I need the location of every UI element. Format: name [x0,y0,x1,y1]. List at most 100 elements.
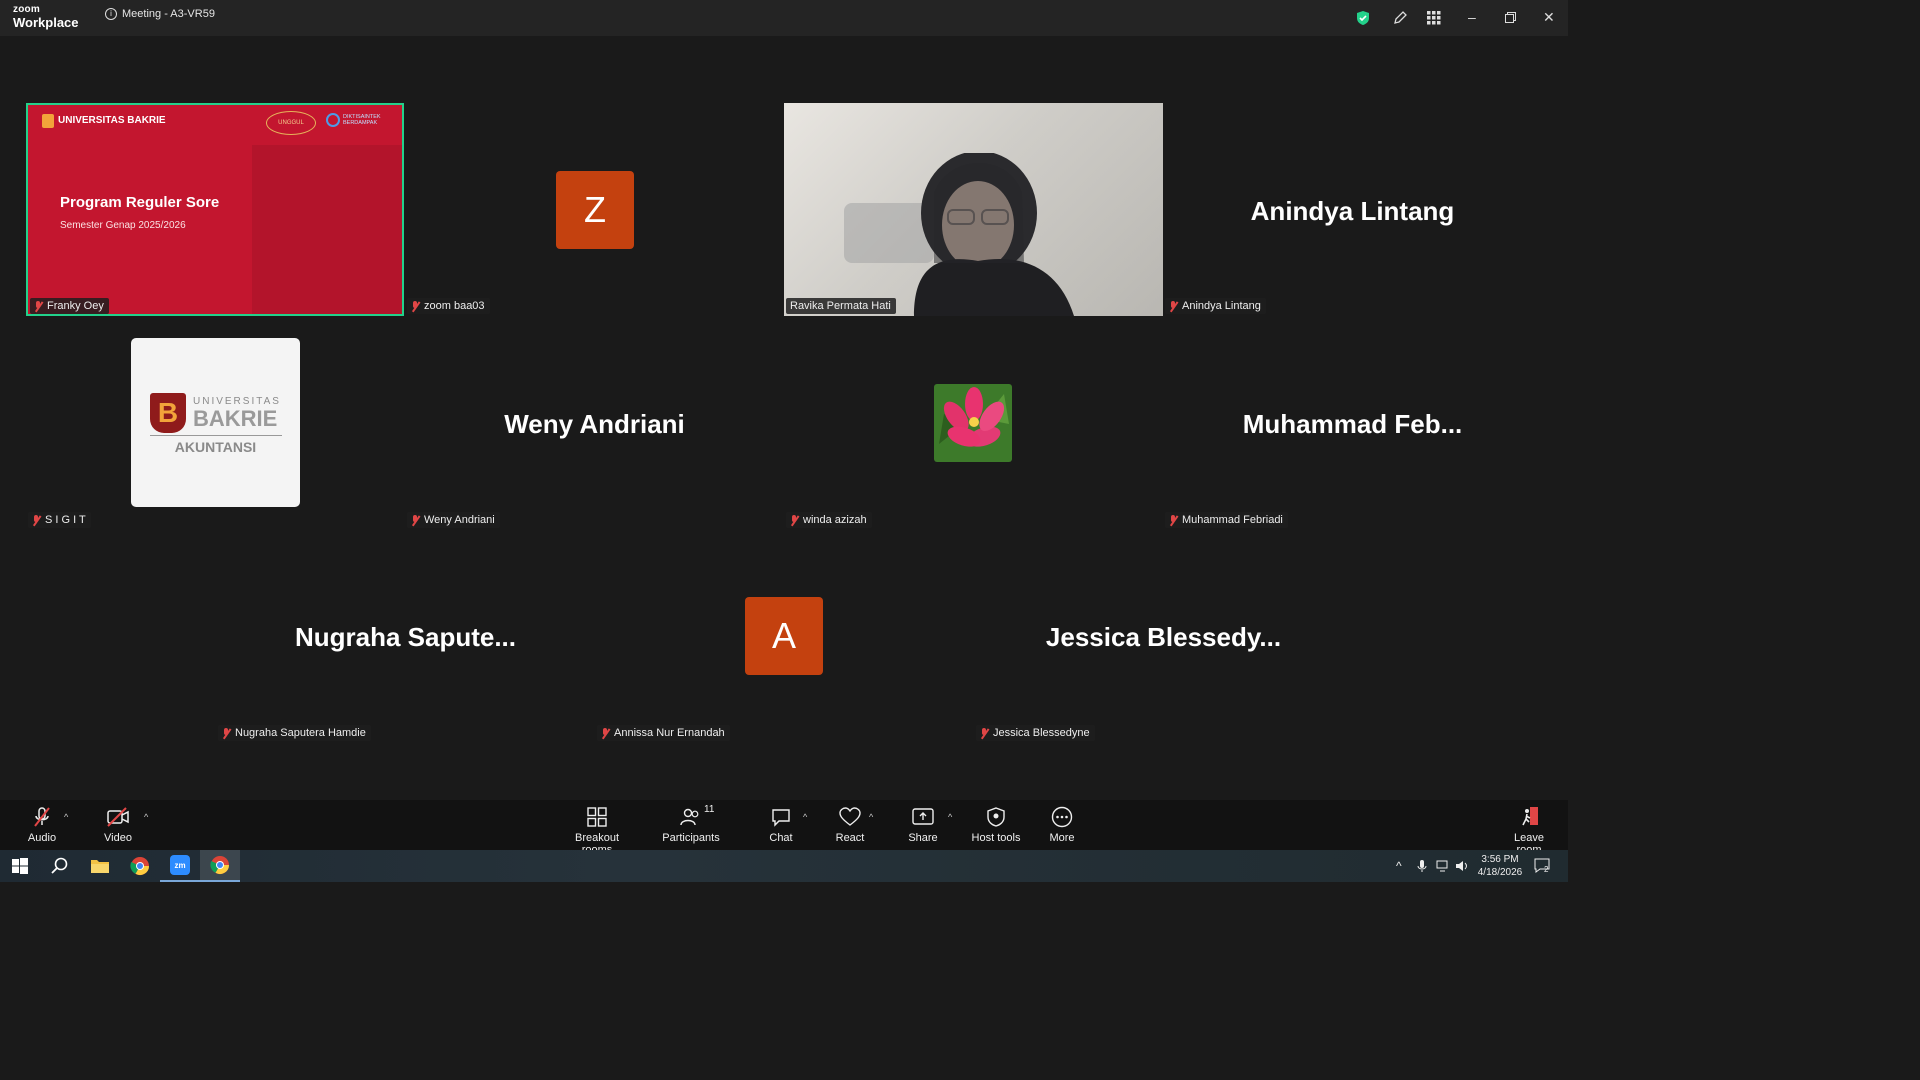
close-icon[interactable]: ✕ [1543,9,1555,26]
breakout-rooms-button[interactable]: Breakout rooms [560,806,634,856]
host-tools-button[interactable]: Host tools [970,806,1022,844]
name-tag: S I G I T [28,512,91,528]
host-tools-label: Host tools [971,832,1021,844]
audio-label: Audio [27,832,57,844]
participant-name: winda azizah [803,514,867,526]
mic-muted-icon [601,727,610,739]
name-tag: Ravika Permata Hati [786,298,896,314]
meeting-toolbar: Audio ^ Video ^ Breakout rooms 11 Partic… [0,800,1568,856]
windows-taskbar: zm ^ 3:56 PM 4/18/2026 2 [0,850,1568,882]
minimize-icon[interactable]: – [1468,9,1476,25]
react-options-caret-icon[interactable]: ^ [869,812,873,822]
name-tag: Jessica Blessedyne [976,725,1095,741]
info-icon[interactable]: i [105,8,117,20]
participant-name: Annissa Nur Ernandah [614,727,725,739]
participant-name: Ravika Permata Hati [790,300,891,312]
windows-start-icon[interactable] [0,850,40,882]
gallery-view: UNIVERSITAS BAKRIE UNGGUL DIKTISAINTEK B… [0,36,1568,800]
chrome-active-icon[interactable] [200,850,240,882]
restore-icon[interactable] [1505,10,1516,26]
mic-muted-icon [411,514,420,526]
participant-name: zoom baa03 [424,300,485,312]
participant-tile-nugraha[interactable]: Nugraha Sapute... Nugraha Saputera Hamdi… [216,529,595,742]
notification-count: 2 [1544,864,1549,874]
participants-label: Participants [662,832,720,844]
participant-name: Jessica Blessedyne [993,727,1090,739]
audio-options-caret-icon[interactable]: ^ [64,812,68,822]
notifications-icon[interactable]: 2 [1534,850,1550,882]
share-button[interactable]: Share [903,806,943,844]
annotate-pencil-icon[interactable] [1388,8,1412,28]
logo-line3: AKUNTANSI [174,439,257,455]
leave-door-icon [1522,807,1538,826]
display-name: Weny Andriani [504,409,685,439]
zoom-taskbar-icon[interactable]: zm [160,850,200,882]
participant-tile-jessica[interactable]: Jessica Blessedy... Jessica Blessedyne [974,529,1353,742]
heart-icon [839,807,861,826]
display-name: Muhammad Feb... [1242,409,1463,439]
chat-button[interactable]: Chat [762,806,800,844]
participant-tile-anindya[interactable]: Anindya Lintang Anindya Lintang [1163,103,1542,316]
apps-grid-icon[interactable] [1422,8,1446,28]
search-icon[interactable] [40,850,80,882]
participant-name: Muhammad Febriadi [1182,514,1283,526]
file-explorer-icon[interactable] [80,850,120,882]
logo-top: zoom [13,4,40,15]
mic-muted-icon [34,300,43,312]
participants-button[interactable]: 11 Participants [662,804,720,844]
participant-tile-zoom-baa03[interactable]: Z zoom baa03 [405,103,784,316]
participant-name: S I G I T [45,514,86,526]
unggul-badge: UNGGUL [266,111,316,135]
mic-muted-icon [1169,300,1178,312]
share-options-caret-icon[interactable]: ^ [948,812,952,822]
mic-muted-icon [790,514,799,526]
participant-tile-winda[interactable]: winda azizah [784,316,1163,529]
video-button[interactable]: Video [98,806,138,844]
participant-tile-franky[interactable]: UNIVERSITAS BAKRIE UNGGUL DIKTISAINTEK B… [26,103,404,316]
participant-tile-annissa[interactable]: A Annissa Nur Ernandah [595,529,974,742]
breakout-rooms-icon [587,807,607,827]
participant-name: Nugraha Saputera Hamdie [235,727,366,739]
mic-muted-icon [411,300,420,312]
participant-tile-weny[interactable]: Weny Andriani Weny Andriani [405,316,784,529]
logo-divider [150,435,282,436]
participant-tile-ravika[interactable]: Ravika Permata Hati [784,103,1163,316]
chat-options-caret-icon[interactable]: ^ [803,812,807,822]
security-shield-icon[interactable] [1354,8,1372,28]
participant-name: Anindya Lintang [1182,300,1261,312]
clock-time: 3:56 PM [1481,853,1519,865]
network-icon[interactable] [1436,850,1450,882]
zoom-logo: zoom Workplace [13,4,79,30]
react-button[interactable]: React [830,806,870,844]
share-label: Share [908,832,938,844]
leave-room-button[interactable]: Leave room [1500,806,1558,856]
mic-muted-icon [1169,514,1178,526]
shield-icon [987,807,1005,827]
logo-line2: BAKRIE [193,406,278,431]
video-label: Video [104,832,132,844]
slide-brand: UNIVERSITAS BAKRIE [58,115,166,126]
avatar: A [745,597,823,675]
name-tag: winda azizah [786,512,872,528]
participant-tile-sigit[interactable]: B UNIVERSITAS BAKRIE AKUNTANSI S I G I T [26,316,405,529]
video-options-caret-icon[interactable]: ^ [144,812,148,822]
show-hidden-icons-icon[interactable]: ^ [1396,850,1402,882]
participant-tile-muhammad[interactable]: Muhammad Feb... Muhammad Febriadi [1163,316,1542,529]
chat-label: Chat [769,832,793,844]
unggul-text: UNGGUL [278,120,304,126]
meeting-info[interactable]: i Meeting - A3-VR59 [105,8,215,20]
flower-avatar-icon [934,384,1012,462]
participant-name: Franky Oey [47,300,104,312]
mic-muted-icon [34,807,50,827]
participant-count: 11 [704,804,715,815]
slide-brand-logo: UNIVERSITAS BAKRIE [42,114,166,128]
volume-icon[interactable] [1455,850,1469,882]
chrome-icon[interactable] [120,850,160,882]
title-bar: zoom Workplace i Meeting - A3-VR59 – ✕ [0,0,1568,36]
display-name: Jessica Blessedy... [1045,622,1282,652]
audio-button[interactable]: Audio [22,806,62,844]
more-button[interactable]: More [1044,806,1080,844]
clock[interactable]: 3:56 PM 4/18/2026 [1474,850,1526,882]
slide-title: Program Reguler Sore [60,194,220,211]
microphone-tray-icon[interactable] [1417,850,1427,882]
